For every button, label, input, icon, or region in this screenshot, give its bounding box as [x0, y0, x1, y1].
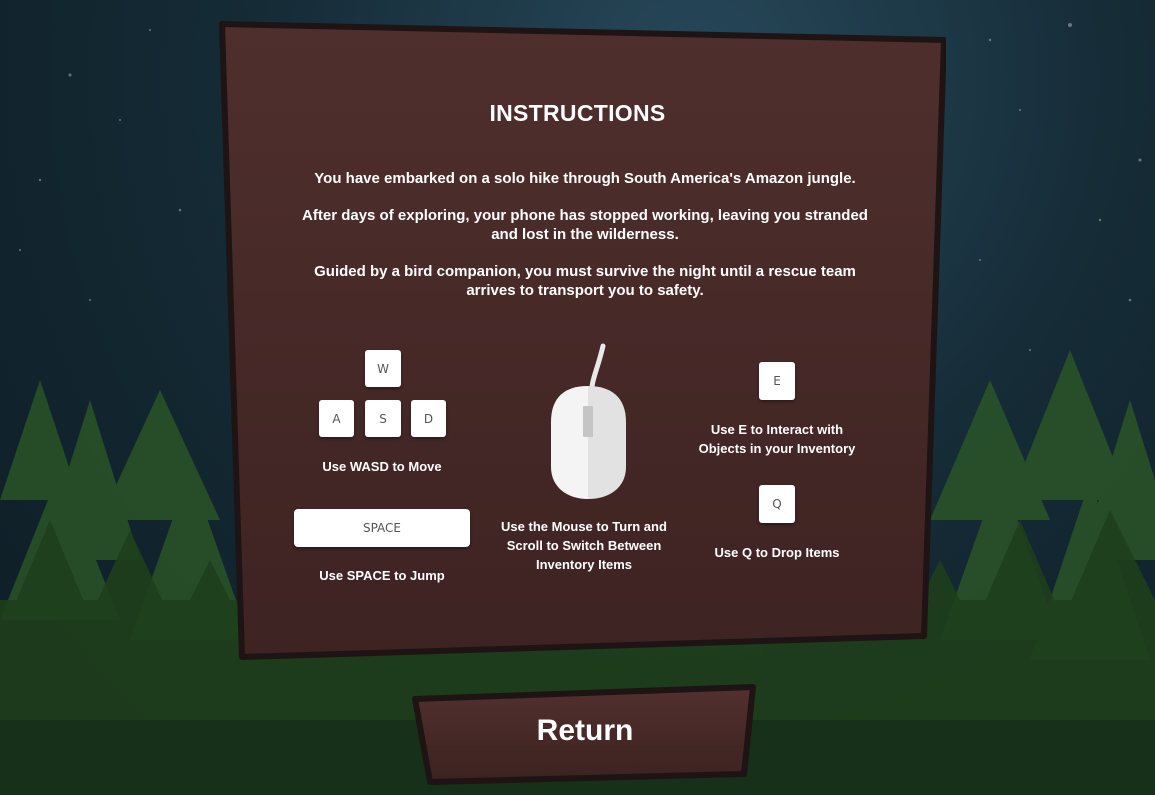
key-w: W: [365, 350, 401, 387]
key-w-label: W: [377, 361, 389, 376]
key-d-label: D: [423, 411, 434, 426]
key-a-label: A: [332, 411, 341, 426]
story-paragraph: After days of exploring, your phone has …: [302, 207, 868, 243]
return-button-label[interactable]: Return: [410, 714, 760, 748]
move-label: Use WASD to Move: [322, 459, 442, 474]
key-e-label: E: [773, 374, 781, 388]
key-q-label: Q: [772, 497, 782, 511]
mouse-label: Use the Mouse to Turn and Scroll to Swit…: [501, 519, 667, 572]
mouse-icon: [551, 343, 626, 499]
key-s-label: S: [379, 411, 387, 426]
key-e: E: [759, 362, 795, 400]
story-paragraph: You have embarked on a solo hike through…: [314, 170, 856, 187]
story-paragraph: Guided by a bird companion, you must sur…: [314, 263, 856, 299]
drop-label: Use Q to Drop Items: [714, 545, 840, 560]
interact-label: Use E to Interact with Objects in your I…: [698, 422, 856, 456]
key-d: D: [411, 400, 446, 437]
instructions-title: INSTRUCTIONS: [489, 100, 666, 126]
jump-label: Use SPACE to Jump: [319, 568, 445, 583]
key-a: A: [319, 400, 354, 437]
return-button[interactable]: Return: [410, 684, 760, 788]
key-q: Q: [759, 485, 795, 523]
key-space-label: SPACE: [362, 521, 402, 535]
key-space: SPACE: [294, 509, 470, 547]
key-s: S: [365, 400, 401, 437]
story-text: You have embarked on a solo hike through…: [290, 169, 880, 318]
